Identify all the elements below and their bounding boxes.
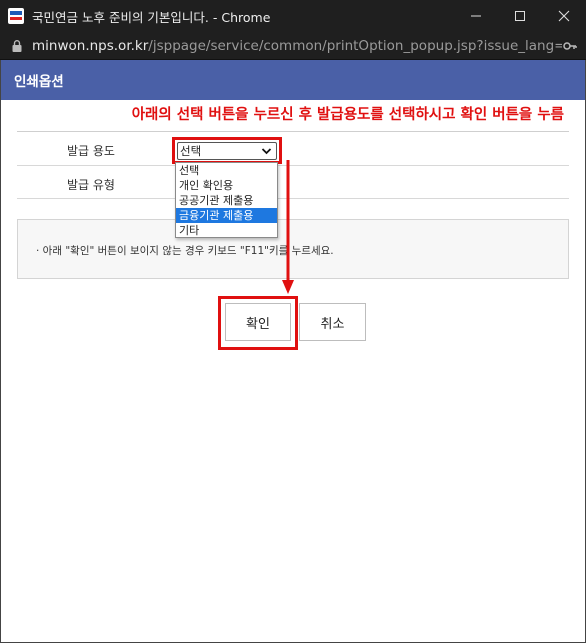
url-text: minwon.nps.or.kr/jsppage/service/common/… (32, 37, 562, 54)
maximize-button[interactable] (498, 0, 542, 32)
annotation-arrow-icon (282, 160, 294, 294)
minimize-button[interactable] (454, 0, 498, 32)
dropdown-option[interactable]: 기타 (176, 223, 277, 238)
window-titlebar: 국민연금 노후 준비의 기본입니다. - Chrome (0, 0, 586, 32)
minimize-icon (471, 15, 481, 17)
dropdown-option-selected[interactable]: 금융기관 제출용 (176, 208, 277, 223)
dropdown-option[interactable]: 개인 확인용 (176, 178, 277, 193)
cancel-button[interactable]: 취소 (299, 303, 366, 341)
page-title: 인쇄옵션 (14, 74, 64, 90)
maximize-icon (515, 11, 525, 21)
key-icon[interactable] (562, 38, 578, 54)
lock-icon (12, 39, 22, 52)
nps-logo-icon (8, 8, 24, 24)
instruction-notice: 아래의 선택 버튼을 누르신 후 발급용도를 선택하시고 확인 버튼을 누름 (131, 107, 564, 123)
dropdown-option[interactable]: 선택 (176, 163, 277, 178)
purpose-dropdown[interactable]: 선택 개인 확인용 공공기관 제출용 금융기관 제출용 기타 (175, 162, 278, 238)
page-header: 인쇄옵션 (0, 60, 586, 100)
address-bar[interactable]: minwon.nps.or.kr/jsppage/service/common/… (0, 32, 586, 60)
close-icon (558, 10, 570, 22)
confirm-button[interactable]: 확인 (225, 303, 291, 341)
window-title: 국민연금 노후 준비의 기본입니다. - Chrome (32, 9, 271, 25)
type-label: 발급 유형 (67, 178, 115, 192)
dropdown-option[interactable]: 공공기관 제출용 (176, 193, 277, 208)
close-button[interactable] (542, 0, 586, 32)
purpose-label: 발급 용도 (67, 144, 115, 158)
highlight-box-select (172, 137, 282, 164)
